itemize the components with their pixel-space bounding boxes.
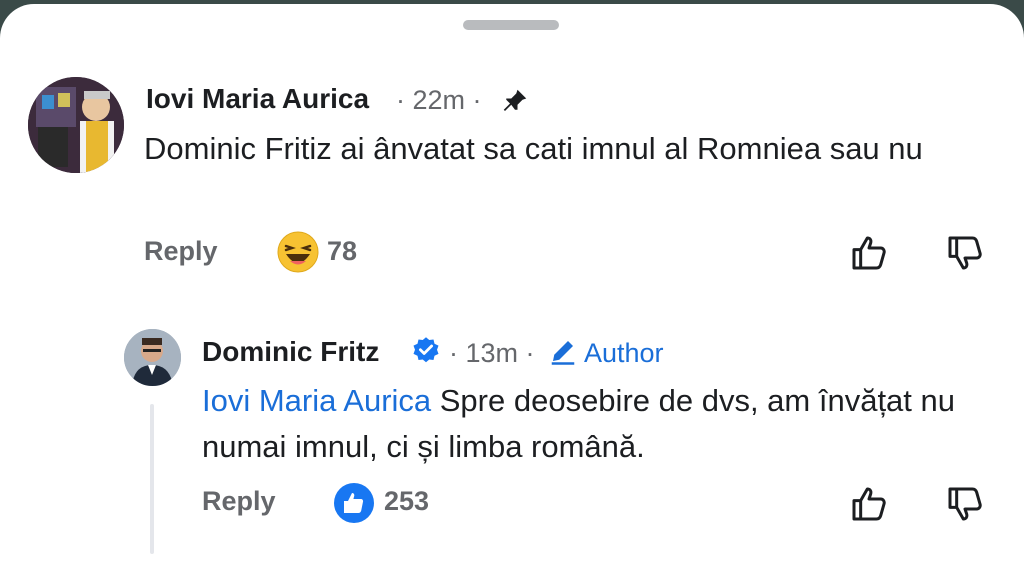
reply-text: Iovi Maria Aurica Spre deosebire de dvs,… bbox=[202, 378, 962, 470]
thumbs-up-icon[interactable] bbox=[849, 484, 889, 524]
reply-avatar[interactable] bbox=[124, 329, 181, 386]
mention-link[interactable]: Iovi Maria Aurica bbox=[202, 383, 431, 418]
avatar-photo-icon bbox=[28, 77, 124, 173]
reaction-count[interactable]: 253 bbox=[384, 486, 429, 517]
sheet-grabber-handle[interactable] bbox=[463, 20, 559, 30]
thumbs-down-icon[interactable] bbox=[945, 233, 985, 273]
thumbs-down-icon[interactable] bbox=[945, 484, 985, 524]
reaction-count[interactable]: 78 bbox=[327, 236, 357, 267]
comments-sheet: Iovi Maria Aurica · 22m · Dominic Fritiz… bbox=[0, 4, 1024, 564]
comment-author-name[interactable]: Iovi Maria Aurica bbox=[146, 83, 369, 115]
like-reaction-icon[interactable] bbox=[333, 482, 375, 524]
thread-line bbox=[150, 404, 154, 554]
avatar-photo-icon bbox=[124, 329, 181, 386]
verified-badge-icon bbox=[413, 337, 439, 363]
pencil-icon bbox=[551, 341, 575, 365]
thumbs-up-icon[interactable] bbox=[849, 233, 889, 273]
author-tag: Author bbox=[584, 338, 664, 368]
laugh-emoji-icon[interactable] bbox=[276, 230, 320, 274]
reply-author-name[interactable]: Dominic Fritz bbox=[202, 336, 379, 368]
reply-timestamp: · 13m · bbox=[449, 338, 535, 368]
comment-timestamp: · 22m · bbox=[396, 85, 482, 115]
comment-text: Dominic Fritiz ai ânvatat sa cati imnul … bbox=[144, 131, 923, 166]
avatar[interactable] bbox=[28, 77, 124, 173]
pin-icon bbox=[503, 89, 527, 111]
reply-button[interactable]: Reply bbox=[144, 236, 218, 267]
reply-button[interactable]: Reply bbox=[202, 486, 276, 517]
